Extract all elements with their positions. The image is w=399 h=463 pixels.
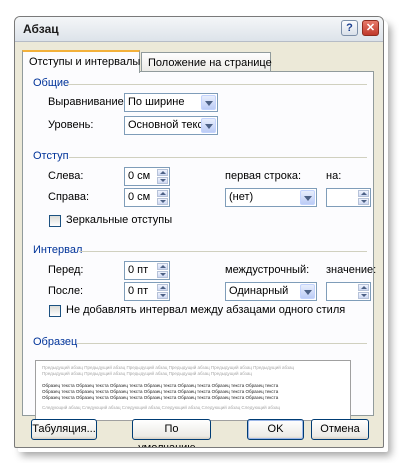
spacing-section-title: Интервал (33, 244, 83, 256)
general-section-title: Общие (33, 77, 70, 89)
no-space-same-style-checkbox[interactable] (49, 305, 61, 317)
title-bar[interactable]: Абзац ? ✕ (15, 17, 383, 42)
spin-down-icon[interactable] (157, 177, 168, 184)
preview-next-line: Следующий абзац Следующий абзац Следующи… (42, 405, 281, 410)
preview-sample-line: Образец текста Образец текста Образец те… (42, 395, 279, 400)
divider (79, 251, 367, 252)
close-button[interactable]: ✕ (362, 20, 379, 36)
alignment-label: Выравнивание: (48, 96, 127, 108)
tab-indents-spacing[interactable]: Отступы и интервалы (22, 50, 140, 73)
spacing-after-value: 0 пт (128, 285, 149, 297)
tab-panel: Общие Выравнивание: По ширине Уровень: О… (22, 71, 377, 421)
help-button[interactable]: ? (341, 20, 358, 36)
paragraph-dialog: Абзац ? ✕ Отступы и интервалы Положение … (14, 16, 384, 448)
first-line-value: (нет) (229, 191, 254, 203)
spin-up-icon[interactable] (157, 169, 168, 176)
spin-down-icon[interactable] (157, 198, 168, 205)
paragraph-preview: Предыдущий абзац Предыдущий абзац Предыд… (35, 360, 351, 421)
indent-right-label: Справа: (48, 191, 90, 203)
spin-up-icon[interactable] (157, 263, 168, 270)
first-line-label: первая строка: (225, 170, 302, 182)
tabs-button[interactable]: Табуляция... (31, 419, 97, 440)
spin-up-icon[interactable] (157, 190, 168, 197)
spin-up-icon[interactable] (358, 284, 369, 291)
spacing-before-spinner[interactable]: 0 пт (124, 261, 170, 280)
level-value: Основной текст (128, 119, 208, 131)
indent-left-spinner[interactable]: 0 см (124, 167, 170, 186)
spacing-before-label: Перед: (48, 264, 84, 276)
line-spacing-label: междустрочный: (225, 264, 310, 276)
mirror-indents-checkbox[interactable] (49, 215, 61, 227)
divider (77, 343, 367, 344)
line-spacing-at-label: значение: (326, 264, 377, 276)
indent-section-title: Отступ (33, 150, 69, 162)
indent-right-spinner[interactable]: 0 см (124, 188, 170, 207)
spacing-after-spinner[interactable]: 0 пт (124, 282, 170, 301)
alignment-select[interactable]: По ширине (124, 93, 218, 112)
tab-line-page-breaks[interactable]: Положение на странице (141, 52, 272, 72)
indent-right-value: 0 см (128, 191, 151, 203)
spin-down-icon[interactable] (358, 292, 369, 299)
cancel-button[interactable]: Отмена (311, 419, 369, 440)
preview-section-title: Образец (33, 336, 78, 348)
ok-button[interactable]: OK (247, 419, 304, 440)
set-default-button[interactable]: По умолчанию... (132, 419, 211, 447)
divider (69, 157, 367, 158)
spin-up-icon[interactable] (157, 284, 168, 291)
line-spacing-value: Одинарный (229, 285, 289, 297)
spin-down-icon[interactable] (358, 198, 369, 205)
indent-by-label: на: (326, 170, 342, 182)
dialog-title: Абзац (23, 22, 59, 36)
indent-left-label: Слева: (48, 170, 84, 182)
alignment-value: По ширине (128, 96, 185, 108)
level-select[interactable]: Основной текст (124, 116, 218, 135)
spacing-after-label: После: (48, 285, 84, 297)
level-label: Уровень: (48, 119, 94, 131)
mirror-indents-label[interactable]: Зеркальные отступы (66, 214, 172, 226)
chevron-down-icon (201, 118, 216, 133)
divider (67, 84, 367, 85)
line-spacing-at-spinner[interactable] (326, 282, 371, 301)
line-spacing-select[interactable]: Одинарный (225, 282, 317, 301)
spin-down-icon[interactable] (157, 271, 168, 278)
first-line-select[interactable]: (нет) (225, 188, 317, 207)
chevron-down-icon (300, 284, 315, 299)
chevron-down-icon (201, 95, 216, 110)
chevron-down-icon (300, 190, 315, 205)
indent-left-value: 0 см (128, 170, 151, 182)
spin-up-icon[interactable] (358, 190, 369, 197)
spin-down-icon[interactable] (157, 292, 168, 299)
indent-by-spinner[interactable] (326, 188, 371, 207)
preview-prev-line: Предыдущий абзац Предыдущий абзац Предыд… (42, 371, 252, 376)
no-space-same-style-label[interactable]: Не добавлять интервал между абзацами одн… (66, 304, 345, 316)
spacing-before-value: 0 пт (128, 264, 149, 276)
